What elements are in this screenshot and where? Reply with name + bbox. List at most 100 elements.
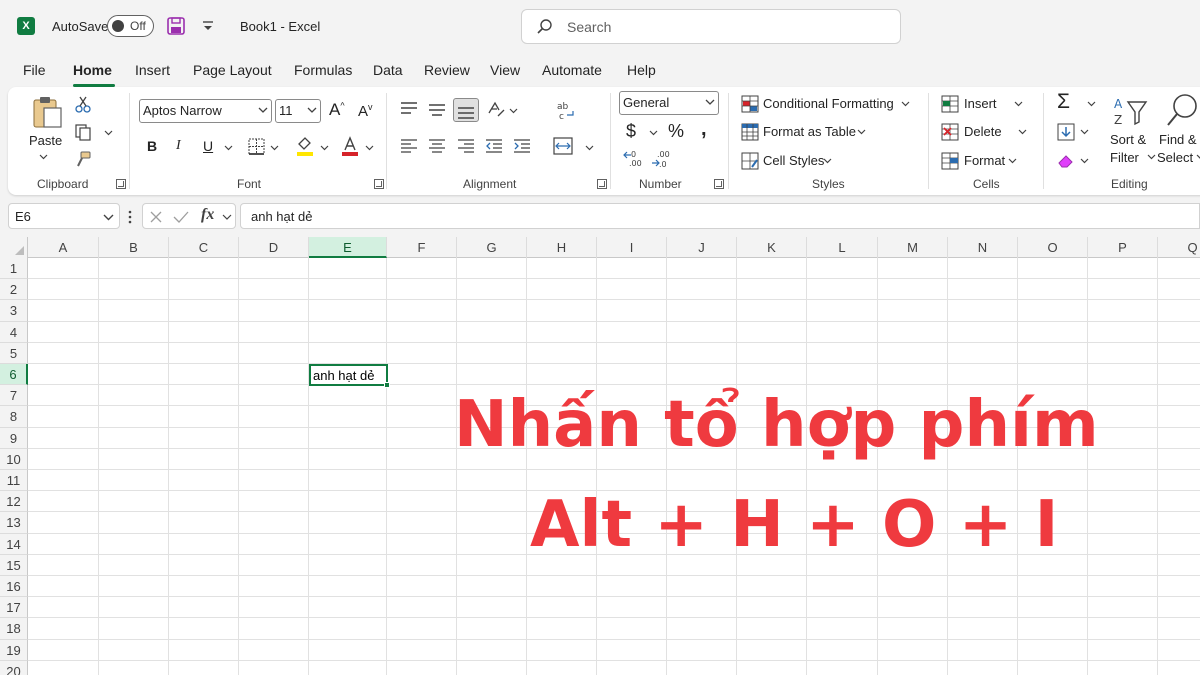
customize-quick-access-icon[interactable] bbox=[200, 16, 216, 36]
number-launcher-icon[interactable] bbox=[714, 179, 724, 189]
chevron-down-icon[interactable] bbox=[857, 127, 866, 136]
font-size-select[interactable]: 11 bbox=[275, 99, 321, 123]
align-right-icon[interactable] bbox=[457, 138, 475, 154]
italic-button[interactable]: I bbox=[176, 138, 181, 154]
conditional-formatting-button[interactable]: Conditional Formatting bbox=[763, 96, 894, 111]
column-header-n[interactable]: N bbox=[948, 237, 1018, 258]
tab-review[interactable]: Review bbox=[424, 62, 470, 78]
tab-home[interactable]: Home bbox=[73, 62, 112, 78]
cell-styles-button[interactable]: Cell Styles bbox=[763, 153, 824, 168]
increase-font-size-icon[interactable]: A^ bbox=[329, 100, 345, 120]
row-header-6[interactable]: 6 bbox=[0, 364, 28, 386]
chevron-down-icon[interactable] bbox=[1087, 99, 1096, 108]
cut-icon[interactable] bbox=[74, 95, 92, 113]
column-header-m[interactable]: M bbox=[878, 237, 948, 258]
row-header-18[interactable]: 18 bbox=[0, 618, 28, 640]
align-left-icon[interactable] bbox=[400, 138, 418, 154]
chevron-down-icon[interactable] bbox=[509, 106, 518, 115]
chevron-down-icon[interactable] bbox=[1147, 152, 1156, 161]
chevron-down-icon[interactable] bbox=[1080, 127, 1089, 136]
middle-align-icon[interactable] bbox=[428, 101, 446, 117]
format-cells-icon[interactable] bbox=[941, 152, 959, 170]
comma-style-button[interactable]: , bbox=[701, 118, 707, 141]
row-header-16[interactable]: 16 bbox=[0, 576, 28, 598]
row-header-13[interactable]: 13 bbox=[0, 512, 28, 534]
chevron-down-icon[interactable] bbox=[224, 143, 233, 152]
paste-label[interactable]: Paste bbox=[29, 133, 62, 148]
decrease-decimal-icon[interactable]: .00.0 bbox=[650, 149, 672, 169]
chevron-down-icon[interactable] bbox=[222, 213, 232, 222]
column-header-e[interactable]: E bbox=[309, 237, 387, 258]
font-color-icon[interactable] bbox=[340, 135, 360, 157]
chevron-down-icon[interactable] bbox=[1080, 156, 1089, 165]
row-header-1[interactable]: 1 bbox=[0, 258, 28, 280]
fill-color-icon[interactable] bbox=[295, 135, 315, 157]
fill-icon[interactable] bbox=[1057, 123, 1075, 141]
tab-insert[interactable]: Insert bbox=[135, 62, 170, 78]
tab-data[interactable]: Data bbox=[373, 62, 403, 78]
enter-check-icon[interactable] bbox=[173, 210, 189, 224]
row-header-10[interactable]: 10 bbox=[0, 448, 28, 470]
more-options-icon[interactable] bbox=[128, 210, 132, 224]
cell-styles-icon[interactable] bbox=[741, 152, 759, 170]
cancel-icon[interactable] bbox=[149, 210, 163, 224]
chevron-down-icon[interactable] bbox=[1018, 127, 1027, 136]
tab-view[interactable]: View bbox=[490, 62, 520, 78]
row-header-20[interactable]: 20 bbox=[0, 660, 28, 675]
row-header-17[interactable]: 17 bbox=[0, 597, 28, 619]
insert-cells-button[interactable]: Insert bbox=[964, 96, 997, 111]
tab-file[interactable]: File bbox=[23, 62, 46, 78]
row-header-14[interactable]: 14 bbox=[0, 533, 28, 555]
column-header-a[interactable]: A bbox=[28, 237, 99, 258]
column-header-h[interactable]: H bbox=[527, 237, 597, 258]
name-box[interactable]: E6 bbox=[8, 203, 120, 229]
row-header-11[interactable]: 11 bbox=[0, 470, 28, 492]
format-as-table-icon[interactable] bbox=[741, 123, 759, 141]
chevron-down-icon[interactable] bbox=[39, 152, 48, 161]
font-launcher-icon[interactable] bbox=[374, 179, 384, 189]
chevron-down-icon[interactable] bbox=[823, 156, 832, 165]
number-format-select[interactable]: General bbox=[619, 91, 719, 115]
row-header-3[interactable]: 3 bbox=[0, 300, 28, 322]
formula-input[interactable]: anh hạt dẻ bbox=[240, 203, 1200, 229]
paste-icon[interactable] bbox=[30, 95, 64, 129]
clear-eraser-icon[interactable] bbox=[1057, 151, 1075, 169]
row-header-12[interactable]: 12 bbox=[0, 491, 28, 513]
column-header-c[interactable]: C bbox=[169, 237, 239, 258]
align-center-icon[interactable] bbox=[428, 138, 446, 154]
sort-filter-label-2[interactable]: Filter bbox=[1110, 150, 1139, 165]
select-all-button[interactable] bbox=[0, 237, 28, 258]
delete-cells-button[interactable]: Delete bbox=[964, 124, 1002, 139]
chevron-down-icon[interactable] bbox=[901, 99, 910, 108]
borders-icon[interactable] bbox=[248, 138, 265, 155]
insert-function-button[interactable]: fx bbox=[201, 206, 214, 224]
wrap-text-icon[interactable]: abc bbox=[556, 99, 576, 121]
alignment-launcher-icon[interactable] bbox=[597, 179, 607, 189]
delete-cells-icon[interactable] bbox=[941, 123, 959, 141]
column-header-p[interactable]: P bbox=[1088, 237, 1158, 258]
autosum-icon[interactable]: Σ bbox=[1057, 90, 1070, 114]
search-box[interactable]: Search bbox=[521, 9, 901, 44]
copy-icon[interactable] bbox=[74, 123, 92, 141]
row-header-2[interactable]: 2 bbox=[0, 279, 28, 301]
format-as-table-button[interactable]: Format as Table bbox=[763, 124, 856, 139]
chevron-down-icon[interactable] bbox=[320, 143, 329, 152]
find-select-label-2[interactable]: Select bbox=[1157, 150, 1193, 165]
row-header-8[interactable]: 8 bbox=[0, 406, 28, 428]
find-select-label-1[interactable]: Find & bbox=[1159, 132, 1197, 147]
column-header-f[interactable]: F bbox=[387, 237, 457, 258]
decrease-font-size-icon[interactable]: Av bbox=[358, 102, 373, 120]
chevron-down-icon[interactable] bbox=[365, 143, 374, 152]
row-header-5[interactable]: 5 bbox=[0, 342, 28, 364]
chevron-down-icon[interactable] bbox=[270, 143, 279, 152]
orientation-icon[interactable] bbox=[486, 99, 506, 119]
column-header-j[interactable]: J bbox=[667, 237, 737, 258]
clipboard-launcher-icon[interactable] bbox=[116, 179, 126, 189]
row-header-4[interactable]: 4 bbox=[0, 321, 28, 343]
increase-decimal-icon[interactable]: .000 bbox=[622, 149, 644, 169]
format-cells-button[interactable]: Format bbox=[964, 153, 1005, 168]
font-name-select[interactable]: Aptos Narrow bbox=[139, 99, 272, 123]
row-header-9[interactable]: 9 bbox=[0, 427, 28, 449]
fill-handle[interactable] bbox=[384, 382, 390, 388]
column-header-i[interactable]: I bbox=[597, 237, 667, 258]
